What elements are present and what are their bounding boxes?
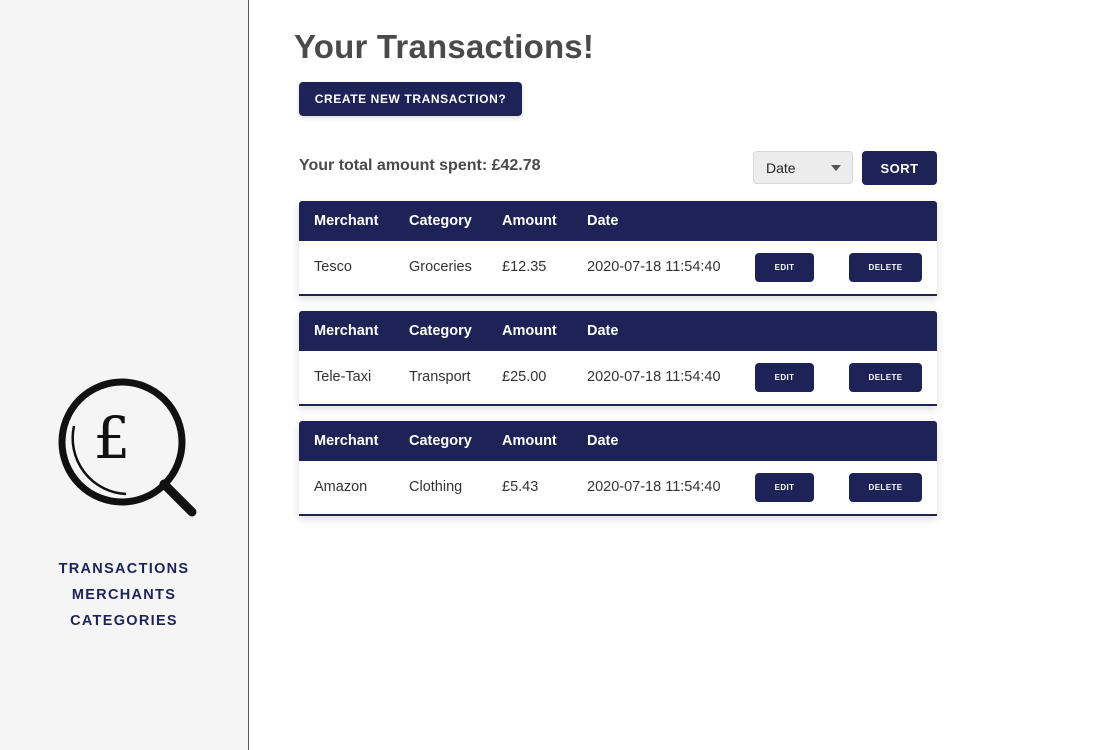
cell-amount: £12.35 bbox=[502, 259, 547, 275]
table-header: Merchant Category Amount Date bbox=[299, 421, 937, 461]
header-date: Date bbox=[587, 433, 619, 449]
sort-select[interactable]: Date bbox=[753, 151, 853, 184]
sidebar: £ TRANSACTIONS MERCHANTS CATEGORIES bbox=[0, 0, 249, 750]
cell-date: 2020-07-18 11:54:40 bbox=[587, 479, 721, 495]
logo-symbol: £ bbox=[94, 404, 131, 472]
header-merchant: Merchant bbox=[314, 213, 379, 229]
transaction-card: Merchant Category Amount Date Amazon Clo… bbox=[299, 421, 937, 516]
header-category: Category bbox=[409, 323, 472, 339]
edit-button[interactable]: EDIT bbox=[755, 473, 814, 502]
nav-item-transactions[interactable]: TRANSACTIONS bbox=[0, 556, 248, 582]
sidebar-nav: TRANSACTIONS MERCHANTS CATEGORIES bbox=[0, 556, 248, 634]
nav-item-merchants[interactable]: MERCHANTS bbox=[0, 582, 248, 608]
header-merchant: Merchant bbox=[314, 323, 379, 339]
cell-category: Groceries bbox=[409, 259, 472, 275]
cell-date: 2020-07-18 11:54:40 bbox=[587, 369, 721, 385]
cell-merchant: Tesco bbox=[314, 259, 352, 275]
create-transaction-button[interactable]: CREATE NEW TRANSACTION? bbox=[299, 82, 522, 116]
table-header: Merchant Category Amount Date bbox=[299, 201, 937, 241]
header-amount: Amount bbox=[502, 433, 557, 449]
header-date: Date bbox=[587, 213, 619, 229]
sort-button[interactable]: SORT bbox=[862, 151, 937, 185]
cell-category: Clothing bbox=[409, 479, 463, 495]
cell-category: Transport bbox=[409, 369, 471, 385]
cell-amount: £5.43 bbox=[502, 479, 539, 495]
header-amount: Amount bbox=[502, 213, 557, 229]
total-spent: Your total amount spent: £42.78 bbox=[299, 157, 541, 174]
cell-date: 2020-07-18 11:54:40 bbox=[587, 259, 721, 275]
delete-button[interactable]: DELETE bbox=[849, 473, 922, 502]
caret-down-icon bbox=[831, 165, 841, 171]
pound-magnifier-icon: £ bbox=[58, 378, 197, 517]
edit-button[interactable]: EDIT bbox=[755, 253, 814, 282]
edit-button[interactable]: EDIT bbox=[755, 363, 814, 392]
header-merchant: Merchant bbox=[314, 433, 379, 449]
page-title: Your Transactions! bbox=[294, 28, 595, 65]
sort-select-value: Date bbox=[766, 160, 796, 176]
header-date: Date bbox=[587, 323, 619, 339]
transaction-card: Merchant Category Amount Date Tesco Groc… bbox=[299, 201, 937, 296]
transaction-card: Merchant Category Amount Date Tele-Taxi … bbox=[299, 311, 937, 406]
header-category: Category bbox=[409, 213, 472, 229]
delete-button[interactable]: DELETE bbox=[849, 363, 922, 392]
header-category: Category bbox=[409, 433, 472, 449]
header-amount: Amount bbox=[502, 323, 557, 339]
table-header: Merchant Category Amount Date bbox=[299, 311, 937, 351]
delete-button[interactable]: DELETE bbox=[849, 253, 922, 282]
cell-merchant: Amazon bbox=[314, 479, 368, 495]
cell-amount: £25.00 bbox=[502, 369, 547, 385]
nav-item-categories[interactable]: CATEGORIES bbox=[0, 608, 248, 634]
cell-merchant: Tele-Taxi bbox=[314, 369, 372, 385]
